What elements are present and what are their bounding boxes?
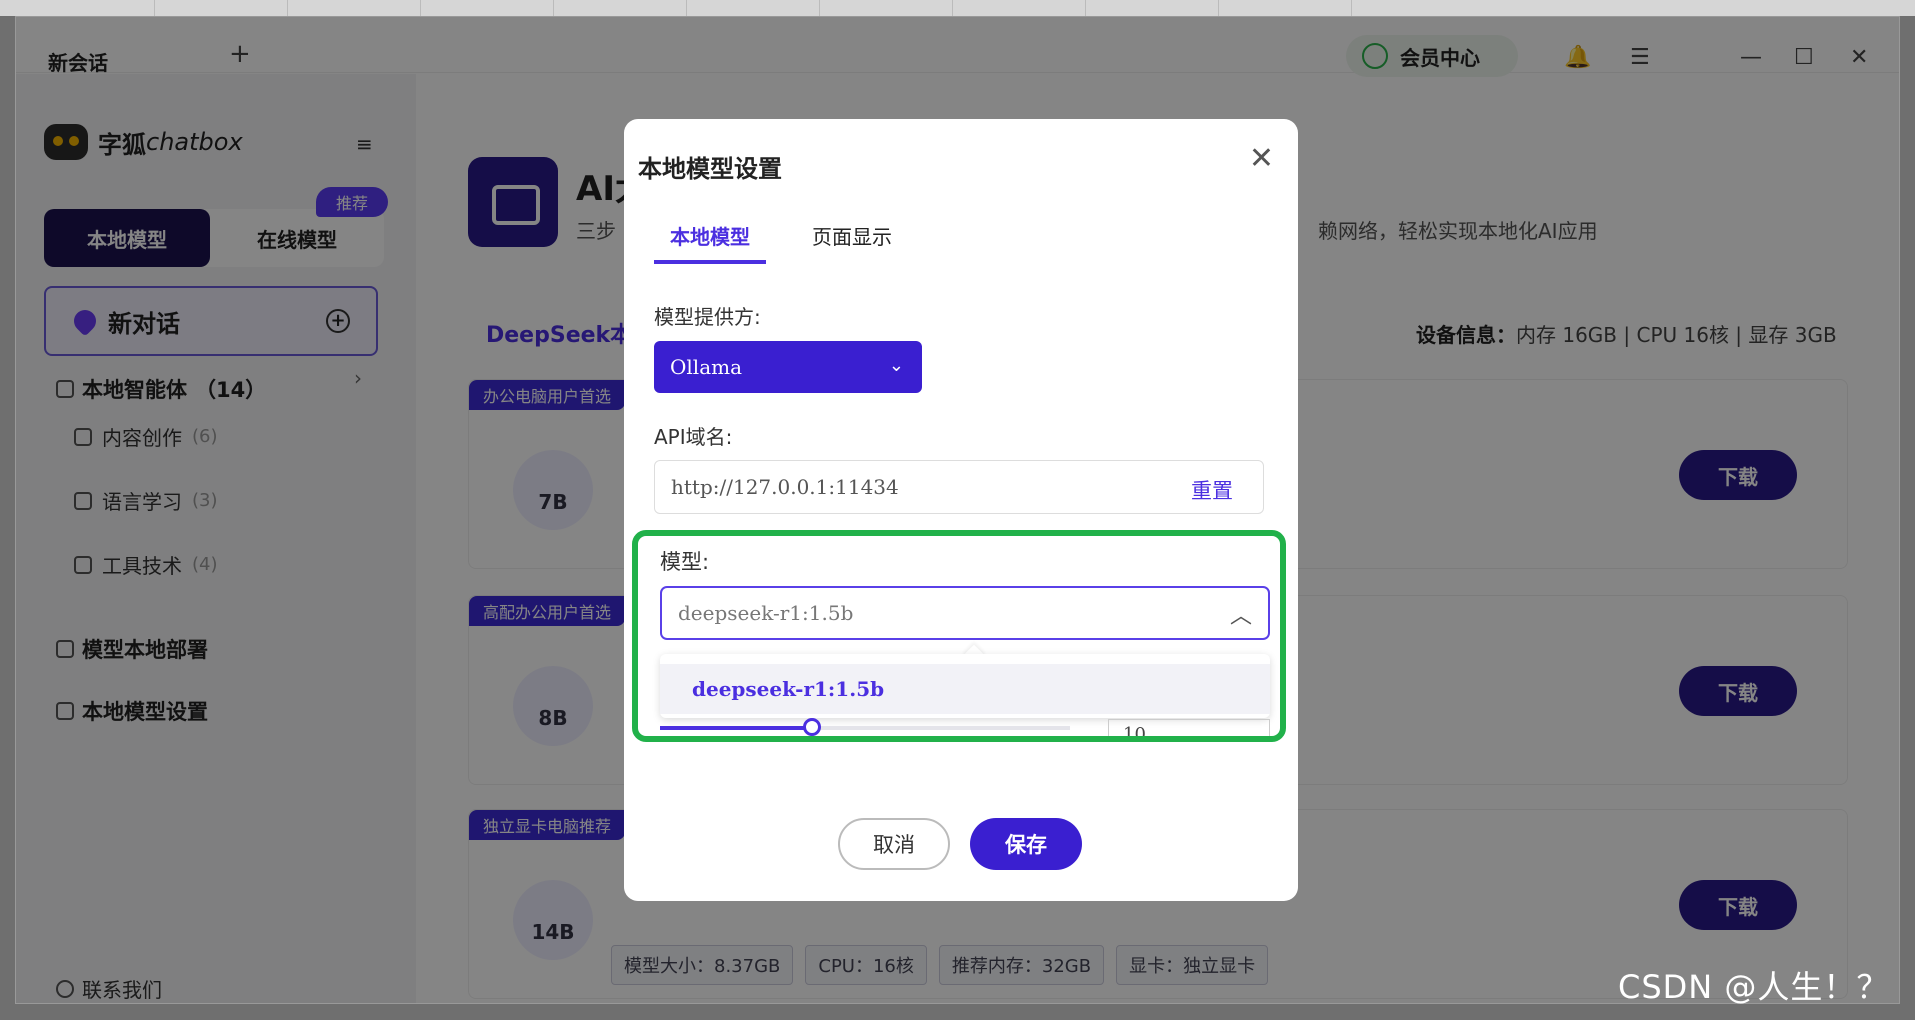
browser-tab[interactable] xyxy=(562,0,687,16)
browser-tab-strip xyxy=(0,0,1915,16)
close-icon[interactable]: ✕ xyxy=(1249,141,1274,176)
browser-tab[interactable] xyxy=(296,0,421,16)
save-button[interactable]: 保存 xyxy=(970,818,1082,870)
api-domain-label: API域名: xyxy=(654,425,733,449)
tab-local-model-settings[interactable]: 本地模型 xyxy=(654,221,766,264)
chevron-down-icon: ⌄ xyxy=(888,355,904,376)
provider-select[interactable]: Ollama ⌄ xyxy=(654,341,922,393)
browser-tab[interactable] xyxy=(695,0,820,16)
reset-button[interactable]: 重置 xyxy=(1191,475,1233,505)
slider-number-input[interactable]: 10 xyxy=(1108,719,1270,736)
slider-fill xyxy=(660,726,812,730)
chevron-up-icon: ︿ xyxy=(1229,604,1252,629)
dialog-tabs: 本地模型 页面显示 xyxy=(654,221,908,264)
context-slider[interactable] xyxy=(660,718,1070,736)
model-label: 模型: xyxy=(660,550,710,574)
api-domain-value: http://127.0.0.1:11434 xyxy=(671,475,899,499)
model-select[interactable]: deepseek-r1:1.5b ︿ xyxy=(660,586,1270,640)
watermark: CSDN @人生！？ xyxy=(1618,968,1890,1006)
browser-tab[interactable] xyxy=(1227,0,1352,16)
api-domain-input[interactable]: http://127.0.0.1:11434 重置 xyxy=(654,460,1264,514)
browser-tab[interactable] xyxy=(1094,0,1219,16)
slider-handle[interactable] xyxy=(802,718,821,736)
model-dropdown: deepseek-r1:1.5b xyxy=(660,654,1270,718)
provider-value: Ollama xyxy=(670,355,743,379)
dialog-title: 本地模型设置 xyxy=(638,155,782,183)
browser-tab[interactable] xyxy=(163,0,288,16)
browser-tab[interactable] xyxy=(429,0,554,16)
local-model-settings-dialog: 本地模型设置 ✕ 本地模型 页面显示 模型提供方: Ollama ⌄ API域名… xyxy=(624,119,1298,901)
cancel-button[interactable]: 取消 xyxy=(838,818,950,870)
model-selection-highlight: 模型: deepseek-r1:1.5b ︿ deepseek-r1:1.5b … xyxy=(632,530,1286,742)
dropdown-option[interactable]: deepseek-r1:1.5b xyxy=(660,664,1270,714)
model-select-value: deepseek-r1:1.5b xyxy=(678,601,854,625)
tab-page-display[interactable]: 页面显示 xyxy=(796,221,908,264)
browser-tab[interactable] xyxy=(961,0,1086,16)
provider-label: 模型提供方: xyxy=(654,305,761,329)
browser-tab[interactable] xyxy=(30,0,155,16)
browser-tab[interactable] xyxy=(828,0,953,16)
